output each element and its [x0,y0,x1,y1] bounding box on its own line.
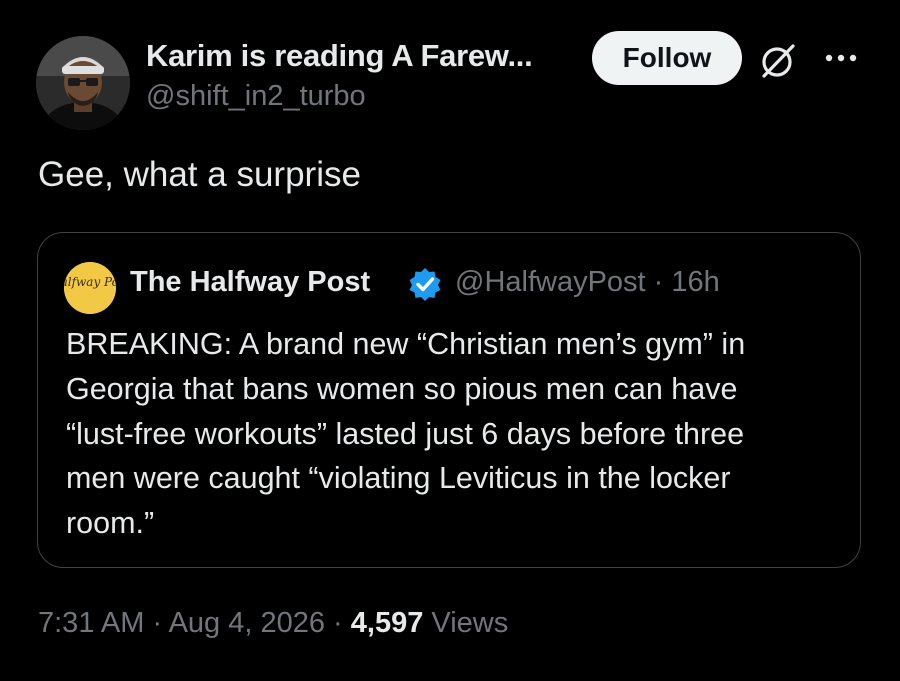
logo-lettering: Halfway Post [64,275,116,289]
quoted-author-name[interactable]: The Halfway Post [130,266,370,299]
author-avatar[interactable] [36,36,130,130]
quoted-author-handle-time[interactable]: @HalfwayPost · 16h [455,266,720,299]
quoted-tweet-text: BREAKING: A brand new “Christian men’s g… [66,322,856,546]
quoted-author-avatar[interactable]: Halfway Post [64,262,116,314]
verified-badge-icon [407,266,443,302]
tweet-meta: 7:31 AM · Aug 4, 2026 · 4,597 Views [38,607,508,640]
quote-line: BREAKING: A brand new “Christian men’s g… [66,327,746,361]
author-name[interactable]: Karim is reading A Farew... [146,38,533,74]
quote-line: Georgia that bans women so pious men can… [66,371,738,406]
author-handle[interactable]: @shift_in2_turbo [146,80,366,113]
tweet-page: Karim is reading A Farew... @shift_in2_t… [0,0,900,681]
quote-line: men were caught “violating Leviticus in … [66,461,731,496]
views-count[interactable]: 4,597 [351,607,424,639]
follow-button[interactable]: Follow [592,31,742,85]
grok-icon[interactable] [758,41,798,81]
tweet-text: Gee, what a surprise [38,155,361,194]
more-dots-icon[interactable] [820,38,862,78]
quote-line: “lust-free workouts” lasted just 6 days … [66,416,745,451]
avatar-photo [36,36,130,130]
timestamp[interactable]: 7:31 AM · Aug 4, 2026 · [38,607,351,639]
views-label: Views [423,607,509,639]
quote-line: room.” [66,506,155,541]
halfway-post-logo: Halfway Post [64,262,116,314]
